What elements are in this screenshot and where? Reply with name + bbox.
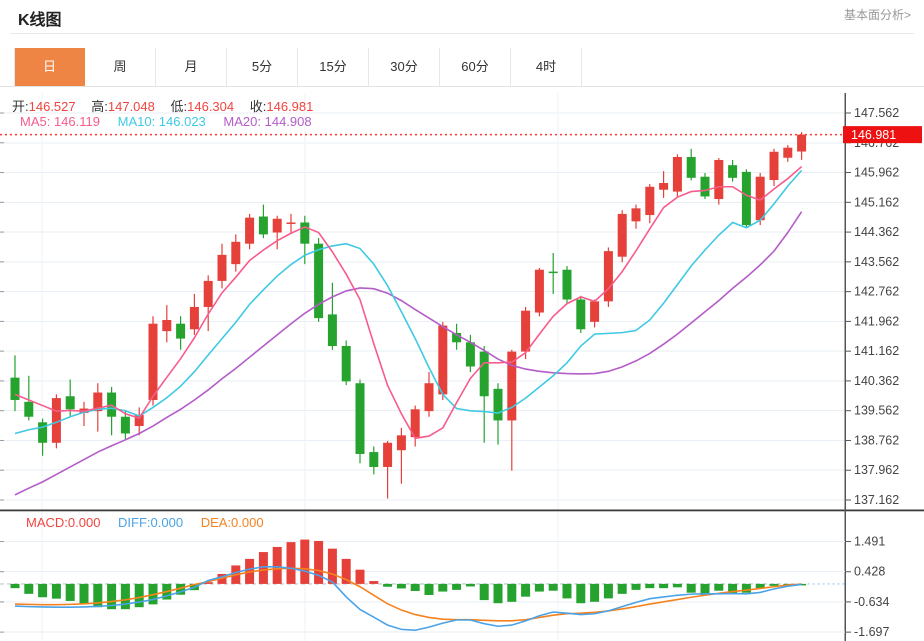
diff-value-legend: DIFF:0.000 [118, 515, 183, 530]
panel-divider [0, 510, 924, 512]
macd-legend: MACD:0.000 DIFF:0.000 DEA:0.000 [26, 515, 278, 530]
close-value: 146.981 [266, 99, 313, 114]
header-divider [10, 33, 914, 34]
period-tabs: 日周月5分15分30分60分4时 [14, 48, 582, 86]
svg-text:1.491: 1.491 [854, 535, 885, 549]
tab-period-1[interactable]: 周 [85, 48, 156, 86]
svg-text:141.162: 141.162 [854, 344, 899, 358]
ma5-line [15, 167, 802, 439]
tabs-underline [0, 86, 924, 87]
kline-page: K线图 基本面分析> 日周月5分15分30分60分4时 147.562 146.7… [0, 0, 924, 641]
page-title: K线图 [18, 6, 62, 30]
macd-histogram[interactable] [11, 540, 807, 610]
tab-period-5[interactable]: 30分 [369, 48, 440, 86]
svg-text:0.428: 0.428 [854, 565, 885, 579]
candles[interactable] [11, 132, 807, 498]
svg-text:137.962: 137.962 [854, 463, 899, 477]
svg-text:137.162: 137.162 [854, 493, 899, 507]
vertical-gridlines [42, 93, 558, 641]
ma5-legend: MA5: 146.119 [20, 114, 100, 129]
tab-period-0[interactable]: 日 [14, 48, 85, 86]
svg-text:143.562: 143.562 [854, 255, 899, 269]
tab-period-7[interactable]: 4时 [511, 48, 582, 86]
tab-period-2[interactable]: 月 [156, 48, 227, 86]
ohlc-legend: 开:146.527 高:147.048 低:146.304 收:146.981 [12, 96, 325, 115]
ma10-legend: MA10: 146.023 [118, 114, 206, 129]
close-label: 收: [250, 99, 267, 114]
open-label: 开: [12, 99, 29, 114]
macd-gridlines: 1.491 0.428 -0.634 -1.697 [0, 535, 889, 640]
svg-text:146.762: 146.762 [854, 136, 899, 150]
svg-text:144.362: 144.362 [854, 225, 899, 239]
open-value: 146.527 [29, 99, 76, 114]
svg-text:139.562: 139.562 [854, 404, 899, 418]
svg-text:-0.634: -0.634 [854, 595, 889, 609]
tab-period-3[interactable]: 5分 [227, 48, 298, 86]
current-price-badge: 146.981 [843, 126, 922, 143]
diff-line [15, 567, 802, 630]
high-value: 147.048 [108, 99, 155, 114]
dea-value-legend: DEA:0.000 [201, 515, 264, 530]
svg-text:147.562: 147.562 [854, 106, 899, 120]
low-value: 146.304 [187, 99, 234, 114]
svg-text:141.962: 141.962 [854, 314, 899, 328]
svg-text:145.962: 145.962 [854, 166, 899, 180]
svg-text:140.362: 140.362 [854, 374, 899, 388]
fundamental-analysis-link[interactable]: 基本面分析> [844, 6, 911, 23]
dea-line [15, 568, 802, 621]
price-gridlines [0, 113, 845, 500]
svg-text:146.981: 146.981 [851, 128, 896, 142]
svg-text:-1.697: -1.697 [854, 625, 889, 639]
svg-text:145.162: 145.162 [854, 195, 899, 209]
ma20-legend: MA20: 144.908 [223, 114, 311, 129]
low-label: 低: [171, 99, 188, 114]
tab-period-4[interactable]: 15分 [298, 48, 369, 86]
svg-text:138.762: 138.762 [854, 433, 899, 447]
high-label: 高: [91, 99, 108, 114]
ma20-line [15, 212, 802, 495]
tab-period-6[interactable]: 60分 [440, 48, 511, 86]
ma-legend: MA5: 146.119 MA10: 146.023 MA20: 144.908 [20, 114, 326, 129]
ma10-line [15, 170, 802, 433]
price-axis: 147.562 146.762 145.962 145.162 144.362 143.5… [845, 93, 899, 641]
macd-value-legend: MACD:0.000 [26, 515, 100, 530]
svg-text:142.762: 142.762 [854, 285, 899, 299]
